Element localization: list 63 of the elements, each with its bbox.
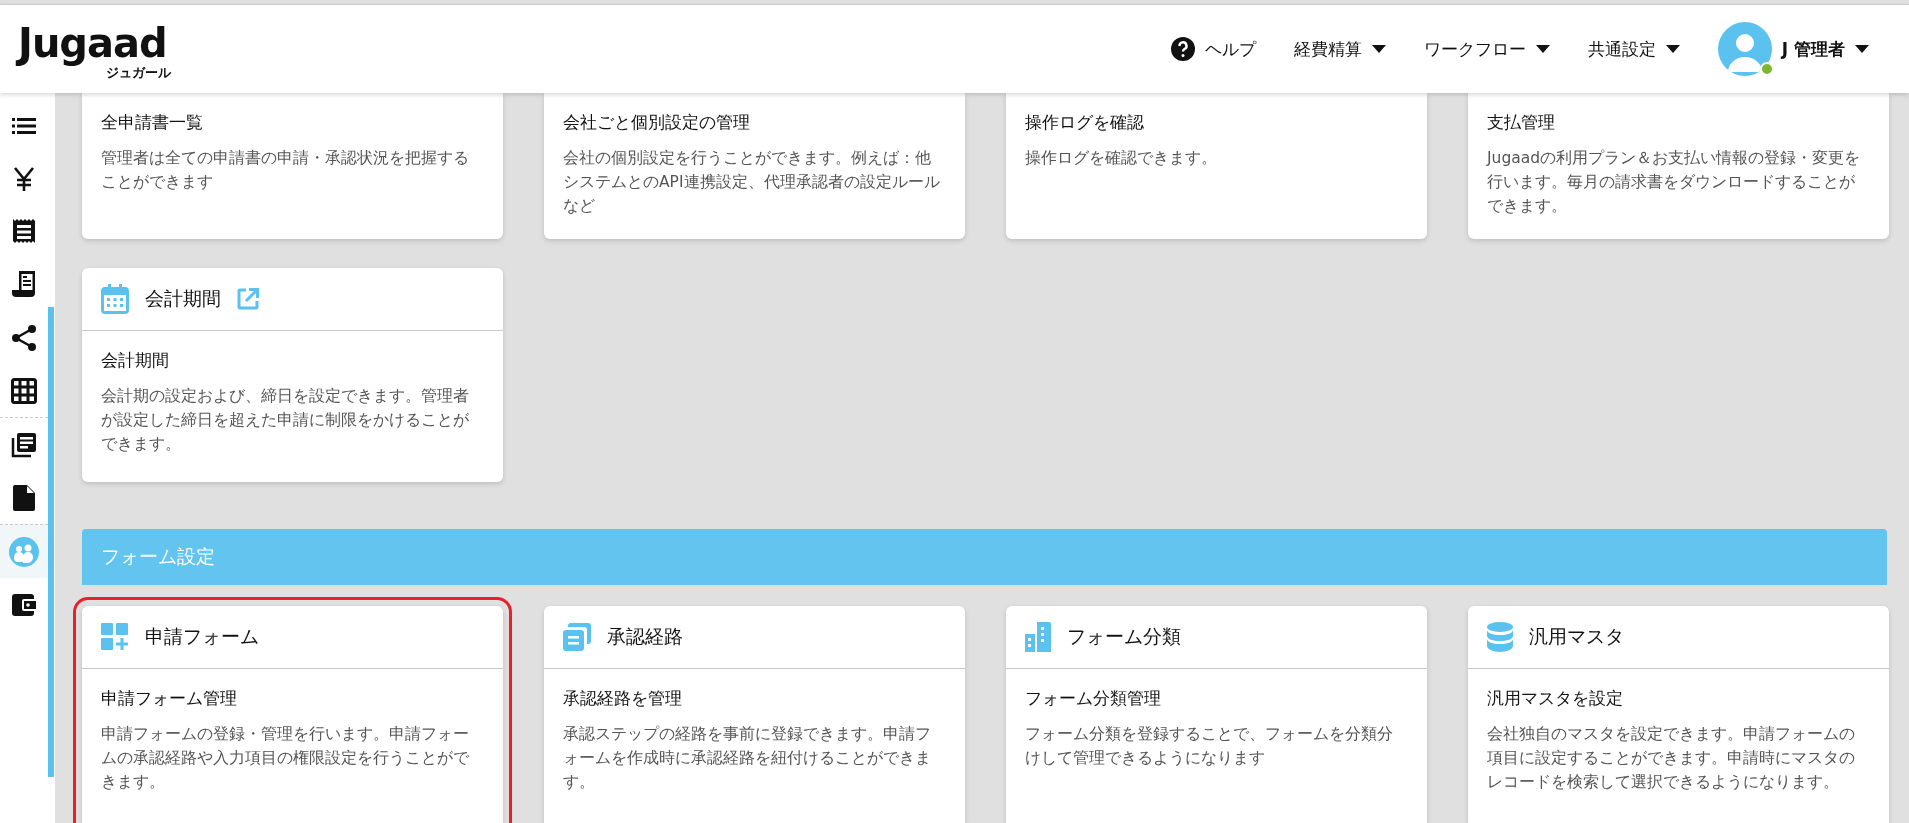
- help-link[interactable]: ヘルプ: [1170, 37, 1256, 61]
- settings-card[interactable]: 支払管理 Jugaadの利用プラン＆お支払い情報の登録・変更を行います。毎月の請求書をダウンロードすることができます。: [1468, 93, 1889, 239]
- card-title[interactable]: 汎用マスタを設定: [1487, 687, 1870, 710]
- card-heading: 申請フォーム: [145, 624, 259, 649]
- caret-icon: [1855, 45, 1869, 53]
- people-icon: [9, 536, 39, 567]
- menu-dropdown[interactable]: ワークフロー: [1423, 37, 1550, 61]
- settings-card[interactable]: 承認経路 承認経路を管理 承認ステップの経路を事前に登録できます。申請フォームを作成時に承認経路を紐付けることができます。: [544, 606, 965, 823]
- menu-label: 経費精算: [1293, 37, 1362, 61]
- card-title[interactable]: 会計期間: [101, 349, 484, 372]
- wallet-icon: [12, 592, 36, 617]
- card-title[interactable]: 支払管理: [1487, 111, 1870, 134]
- card-title[interactable]: 承認経路を管理: [563, 687, 946, 710]
- card-description: フォーム分類を登録することで、フォームを分類分けして管理できるようになります: [1025, 724, 1394, 769]
- grid-plus-icon: [101, 623, 129, 651]
- settings-card[interactable]: フォーム分類 フォーム分類管理 フォーム分類を登録することで、フォームを分類分けして管理できるようになります: [1006, 606, 1427, 823]
- menu-dropdown[interactable]: 共通設定: [1587, 37, 1680, 61]
- card-heading: 会計期間: [145, 286, 221, 311]
- menu-label: 共通設定: [1587, 37, 1656, 61]
- card-description: 管理者は全ての申請書の申請・承認状況を把握することができます: [101, 148, 470, 193]
- card-description: 承認ステップの経路を事前に登録できます。申請フォームを作成時に承認経路を紐付けることができます。: [563, 724, 932, 793]
- database-icon: [1487, 622, 1513, 652]
- user-menu[interactable]: J 管理者: [1781, 37, 1869, 61]
- card-heading: 汎用マスタ: [1529, 624, 1624, 649]
- settings-card[interactable]: 操作ログを確認 操作ログを確認できます。: [1006, 93, 1427, 239]
- building-icon: [1025, 622, 1051, 652]
- menu-label: ヘルプ: [1204, 37, 1256, 61]
- card-description: 会社の個別設定を行うことができます。例えば：他システムとのAPI連携設定、代理承認者の設定ルールなど: [563, 148, 941, 217]
- receipt-icon: [13, 218, 35, 245]
- settings-card[interactable]: 会社ごと個別設定の管理 会社の個別設定を行うことができます。例えば：他システムとのAPI連携設定、代理承認者の設定ルールなど: [544, 93, 965, 239]
- calendar-icon: [101, 284, 129, 314]
- card-description: 会社独自のマスタを設定できます。申請フォームの項目に設定することができます。申請時にマスタのレコードを検索して選択できるようになります。: [1487, 724, 1856, 793]
- caret-icon: [1665, 45, 1680, 53]
- stacked-cards-icon: [563, 623, 591, 651]
- logo-subtitle: ジュガール: [105, 65, 171, 81]
- card-heading: 承認経路: [607, 624, 683, 649]
- receipt-icon: [12, 270, 36, 299]
- card-heading: フォーム分類: [1067, 624, 1181, 649]
- file-icon: [13, 484, 35, 511]
- settings-card[interactable]: 汎用マスタ 汎用マスタを設定 会社独自のマスタを設定できます。申請フォームの項目に設定することができます。申請時にマスタのレコードを検索して選択できるようになります。: [1468, 606, 1889, 823]
- card-title[interactable]: 全申請書一覧: [101, 111, 484, 134]
- menu-label: ワークフロー: [1423, 37, 1526, 61]
- card-description: Jugaadの利用プラン＆お支払い情報の登録・変更を行います。毎月の請求書をダウンロードすることができます。: [1487, 148, 1862, 217]
- caret-icon: [1371, 45, 1386, 53]
- card-description: 操作ログを確認できます。: [1025, 148, 1218, 169]
- caret-icon: [1535, 45, 1550, 53]
- card-title[interactable]: 操作ログを確認: [1025, 111, 1408, 134]
- grid-icon: [11, 377, 37, 404]
- document-stack-icon: [11, 431, 37, 458]
- settings-card[interactable]: 全申請書一覧 管理者は全ての申請書の申請・承認状況を把握することができます: [82, 93, 503, 239]
- card-description: 会計期の設定および、締日を設定できます。管理者が設定した締日を超えた申請に制限をかけることができます。: [101, 386, 470, 455]
- user-name: J 管理者: [1781, 37, 1845, 61]
- settings-card[interactable]: 会計期間 会計期間 会計期の設定および、締日を設定できます。管理者が設定した締日を超えた申請に制限をかけることができます。: [82, 268, 503, 482]
- section-header: フォーム設定: [82, 529, 1887, 585]
- help-icon: [1170, 37, 1195, 61]
- card-title[interactable]: 会社ごと個別設定の管理: [563, 111, 946, 134]
- menu-dropdown[interactable]: 経費精算: [1293, 37, 1386, 61]
- list-icon: [12, 116, 36, 135]
- share-icon: [12, 324, 36, 351]
- card-title[interactable]: 申請フォーム管理: [101, 687, 484, 710]
- yen-icon: [14, 166, 34, 191]
- card-title[interactable]: フォーム分類管理: [1025, 687, 1408, 710]
- card-description: 申請フォームの登録・管理を行います。申請フォームの承認経路や入力項目の権限設定を行うことができます。: [101, 724, 470, 793]
